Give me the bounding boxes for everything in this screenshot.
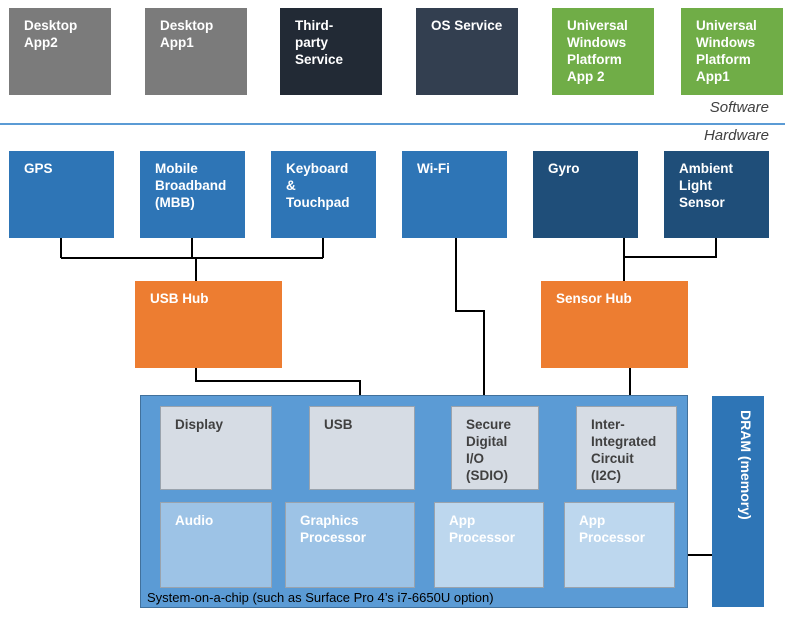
i2c-block: Inter- Integrated Circuit (I2C) [576,406,677,490]
usb-label: USB [324,417,353,432]
dram-label: DRAM (memory) [738,410,754,520]
usb-hub-label: USB Hub [150,291,209,306]
mbb-box: Mobile Broadband (MBB) [140,151,245,238]
keyboard-touchpad-box: Keyboard & Touchpad [271,151,376,238]
display-label: Display [175,417,224,432]
keyboard-touchpad-label: Keyboard & Touchpad [286,161,350,210]
wifi-label: Wi-Fi [417,161,450,176]
sdio-block: Secure Digital I/O (SDIO) [451,406,539,490]
gps-box: GPS [9,151,114,238]
sdio-label: Secure Digital I/O (SDIO) [466,417,512,483]
app-processor-1-block: App Processor [434,502,544,588]
soc-label: System-on-a-chip (such as Surface Pro 4’… [147,590,494,605]
usb-hub-box: USB Hub [135,281,282,368]
i2c-label: Inter- Integrated Circuit (I2C) [591,417,657,483]
gyro-box: Gyro [533,151,638,238]
app-processor-1-label: App Processor [449,513,516,545]
audio-label: Audio [175,513,214,528]
system-on-chip: Display USB Secure Digital I/O (SDIO) In… [140,395,688,608]
ambient-light-sensor-box: Ambient Light Sensor [664,151,769,238]
usb-block: USB [309,406,415,490]
graphics-processor-block: Graphics Processor [285,502,415,588]
app-processor-2-block: App Processor [564,502,675,588]
wire-sensors-to-sensor-hub [623,238,717,281]
ambient-light-sensor-label: Ambient Light Sensor [679,161,733,210]
mbb-label: Mobile Broadband (MBB) [155,161,227,210]
app-processor-2-label: App Processor [579,513,646,545]
dram-block: DRAM (memory) [712,396,764,607]
gps-label: GPS [24,161,53,176]
audio-block: Audio [160,502,272,588]
sensor-hub-box: Sensor Hub [541,281,688,368]
wifi-box: Wi-Fi [402,151,507,238]
sensor-hub-label: Sensor Hub [556,291,632,306]
gyro-label: Gyro [548,161,580,176]
wire-wifi-to-sdio [455,238,485,406]
display-block: Display [160,406,272,490]
graphics-processor-label: Graphics Processor [300,513,367,545]
wire-peripherals-to-usb-hub [60,238,324,281]
